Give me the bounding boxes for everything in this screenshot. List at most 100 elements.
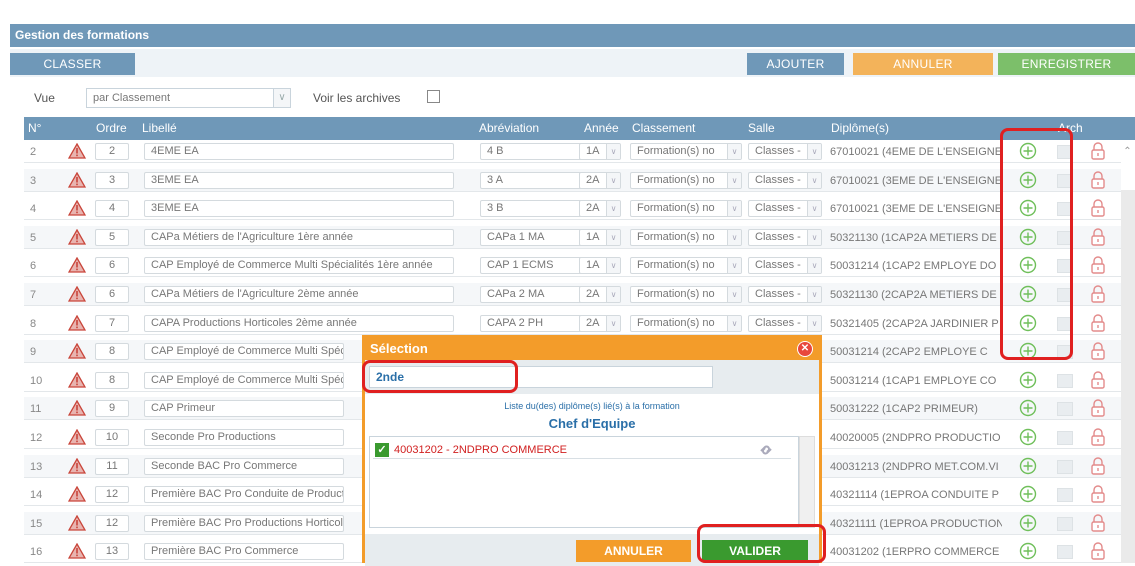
add-diplome-icon[interactable] xyxy=(1019,314,1037,332)
abreviation-field[interactable]: 3 B xyxy=(480,200,592,218)
add-diplome-icon[interactable] xyxy=(1019,171,1037,189)
ordre-field[interactable]: 3 xyxy=(95,171,129,189)
classement-select[interactable]: Formation(s) no ∨ xyxy=(630,200,742,218)
libelle-field[interactable]: CAP Employé de Commerce Multi Spécialité… xyxy=(144,257,454,275)
ordre-field[interactable]: 5 xyxy=(95,228,129,246)
link-icon[interactable] xyxy=(757,442,775,458)
modal-scrollbar[interactable] xyxy=(799,436,815,528)
salle-select[interactable]: Classes - ∨ xyxy=(748,314,822,332)
annee-select[interactable]: 2A ∨ xyxy=(579,314,621,332)
table-row[interactable]: 4 4 3EME EA 3 B 2A ∨ Formation(s) no ∨ Classes -… xyxy=(24,197,1121,221)
libelle-field[interactable]: CAP Employé de Commerce Multi Spéci xyxy=(144,343,344,361)
table-row[interactable]: 6 6 CAP Employé de Commerce Multi Spéciali… xyxy=(24,254,1121,278)
classement-select[interactable]: Formation(s) no ∨ xyxy=(630,286,742,303)
libelle-field[interactable]: CAPa Métiers de l'Agriculture 1ère année xyxy=(144,228,454,246)
lock-icon[interactable] xyxy=(1090,456,1106,475)
archive-checkbox[interactable] xyxy=(1057,288,1073,302)
valider-button[interactable]: VALIDER xyxy=(702,540,808,562)
table-row[interactable]: 5 5 CAPa Métiers de l'Agriculture 1ère ann… xyxy=(24,225,1121,249)
libelle-field[interactable]: 3EME EA xyxy=(144,200,454,218)
classement-select[interactable]: Formation(s) no ∨ xyxy=(630,314,742,332)
archive-checkbox[interactable] xyxy=(1057,145,1073,159)
annee-select[interactable]: 1A ∨ xyxy=(579,257,621,275)
annee-select[interactable]: 2A ∨ xyxy=(579,200,621,218)
lock-icon[interactable] xyxy=(1090,142,1106,160)
annuler-button[interactable]: ANNULER xyxy=(853,53,993,75)
scrollbar[interactable] xyxy=(1121,190,1135,563)
lock-icon[interactable] xyxy=(1090,542,1106,561)
lock-icon[interactable] xyxy=(1090,170,1106,189)
ordre-field[interactable]: 8 xyxy=(95,343,129,361)
add-diplome-icon[interactable] xyxy=(1019,514,1037,532)
archive-checkbox[interactable] xyxy=(1057,488,1073,503)
ordre-field[interactable]: 13 xyxy=(95,543,129,561)
archive-checkbox[interactable] xyxy=(1057,373,1073,388)
abreviation-field[interactable]: CAPa 1 MA xyxy=(480,228,592,246)
close-icon[interactable]: ✕ xyxy=(797,341,813,357)
lock-icon[interactable] xyxy=(1090,256,1106,275)
ordre-field[interactable]: 4 xyxy=(95,200,129,218)
check-icon[interactable]: ✓ xyxy=(375,443,389,457)
ordre-field[interactable]: 12 xyxy=(95,514,129,532)
libelle-field[interactable]: CAP Primeur xyxy=(144,400,344,418)
archive-checkbox[interactable] xyxy=(1057,516,1073,531)
salle-select[interactable]: Classes - ∨ xyxy=(748,143,822,160)
classement-select[interactable]: Formation(s) no ∨ xyxy=(630,228,742,246)
table-row[interactable]: 7 6 CAPa Métiers de l'Agriculture 2ème ann… xyxy=(24,283,1121,306)
classement-select[interactable]: Formation(s) no ∨ xyxy=(630,143,742,160)
libelle-field[interactable]: 4EME EA xyxy=(144,143,454,160)
table-row[interactable]: 8 7 CAPA Productions Horticoles 2ème année… xyxy=(24,311,1121,335)
lock-icon[interactable] xyxy=(1090,285,1106,303)
add-diplome-icon[interactable] xyxy=(1019,285,1037,303)
lock-icon[interactable] xyxy=(1090,428,1106,446)
abreviation-field[interactable]: 4 B xyxy=(480,143,592,160)
scroll-up-icon[interactable]: ⌃ xyxy=(1120,146,1135,161)
ordre-field[interactable]: 9 xyxy=(95,400,129,418)
classement-select[interactable]: Formation(s) no ∨ xyxy=(630,257,742,275)
archive-checkbox[interactable] xyxy=(1057,259,1073,274)
libelle-field[interactable]: CAPA Productions Horticoles 2ème année xyxy=(144,314,454,332)
vue-select[interactable]: par Classement ∨ xyxy=(86,88,291,108)
ordre-field[interactable]: 8 xyxy=(95,371,129,389)
annee-select[interactable]: 1A ∨ xyxy=(579,143,621,160)
lock-icon[interactable] xyxy=(1090,199,1106,217)
abreviation-field[interactable]: CAPa 2 MA xyxy=(480,286,592,303)
libelle-field[interactable]: CAPa Métiers de l'Agriculture 2ème année xyxy=(144,286,454,303)
lock-icon[interactable] xyxy=(1090,485,1106,503)
list-item[interactable]: ✓ 40031202 - 2NDPRO COMMERCE xyxy=(373,441,791,459)
add-diplome-icon[interactable] xyxy=(1019,428,1037,446)
lock-icon[interactable] xyxy=(1090,514,1106,532)
ordre-field[interactable]: 11 xyxy=(95,457,129,475)
libelle-field[interactable]: Première BAC Pro Commerce xyxy=(144,543,344,561)
add-diplome-icon[interactable] xyxy=(1019,256,1037,274)
salle-select[interactable]: Classes - ∨ xyxy=(748,286,822,303)
archive-checkbox[interactable] xyxy=(1057,173,1073,188)
archive-checkbox[interactable] xyxy=(1057,459,1073,474)
ordre-field[interactable]: 10 xyxy=(95,429,129,446)
classer-button[interactable]: CLASSER xyxy=(10,53,135,75)
annee-select[interactable]: 2A ∨ xyxy=(579,171,621,189)
lock-icon[interactable] xyxy=(1090,313,1106,332)
search-input[interactable]: 2nde xyxy=(369,366,713,388)
annee-select[interactable]: 2A ∨ xyxy=(579,286,621,303)
archive-checkbox[interactable] xyxy=(1057,345,1073,360)
table-row[interactable]: 2 2 4EME EA 4 B 1A ∨ Formation(s) no ∨ Classes -… xyxy=(24,140,1121,163)
add-diplome-icon[interactable] xyxy=(1019,542,1037,560)
add-diplome-icon[interactable] xyxy=(1019,142,1037,160)
abreviation-field[interactable]: CAPA 2 PH xyxy=(480,314,592,332)
modal-annuler-button[interactable]: ANNULER xyxy=(576,540,691,562)
add-diplome-icon[interactable] xyxy=(1019,457,1037,475)
archive-checkbox[interactable] xyxy=(1057,402,1073,417)
classement-select[interactable]: Formation(s) no ∨ xyxy=(630,171,742,189)
enregistrer-button[interactable]: ENREGISTRER xyxy=(998,53,1135,75)
add-diplome-icon[interactable] xyxy=(1019,371,1037,389)
archive-checkbox[interactable] xyxy=(1057,545,1073,560)
add-diplome-icon[interactable] xyxy=(1019,485,1037,503)
add-diplome-icon[interactable] xyxy=(1019,342,1037,360)
abreviation-field[interactable]: CAP 1 ECMS xyxy=(480,257,592,275)
ordre-field[interactable]: 6 xyxy=(95,286,129,303)
salle-select[interactable]: Classes - ∨ xyxy=(748,228,822,246)
ajouter-button[interactable]: AJOUTER xyxy=(747,53,844,75)
annee-select[interactable]: 1A ∨ xyxy=(579,228,621,246)
lock-icon[interactable] xyxy=(1090,371,1106,389)
